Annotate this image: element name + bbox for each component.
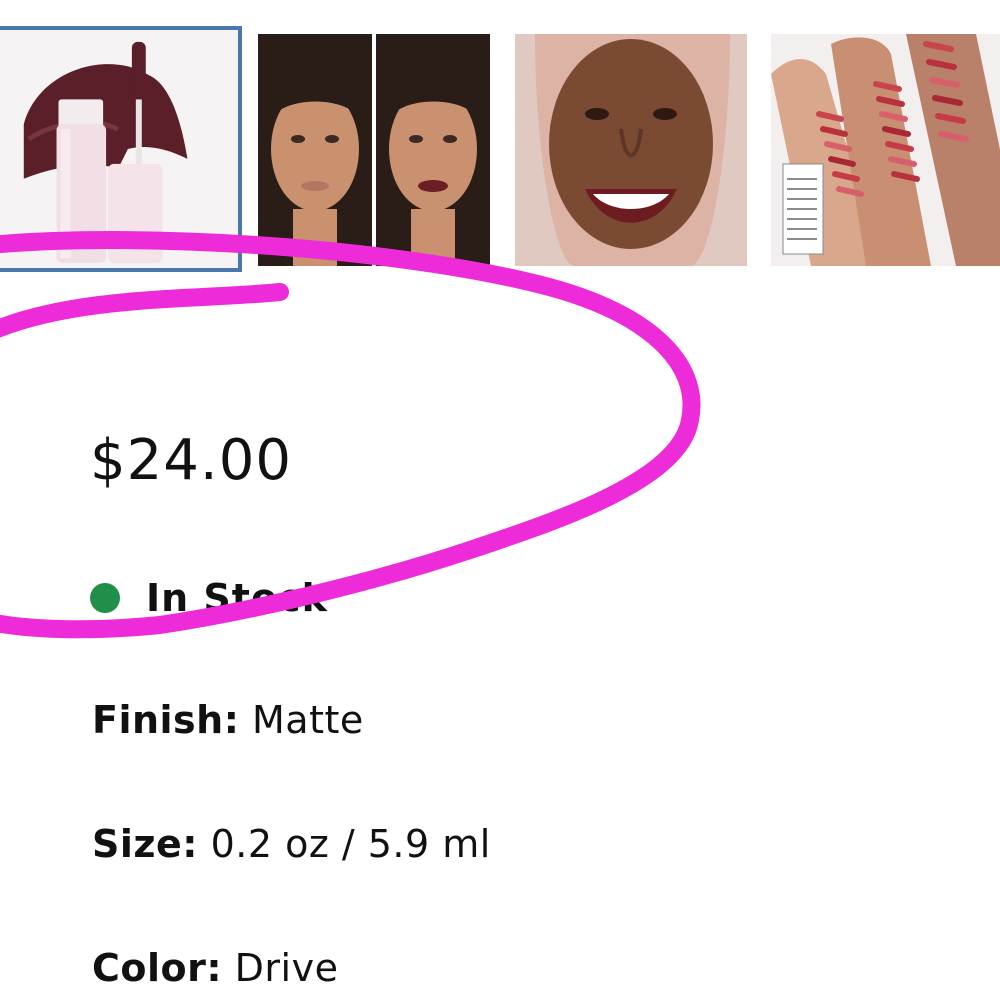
finish-value: Matte [239,698,364,742]
thumbnail-model[interactable] [515,34,747,266]
stock-status: In Stock [90,574,328,622]
product-tube-image [0,30,237,268]
size-attribute: Size: 0.2 oz / 5.9 ml [92,822,491,866]
thumbnail-arm-swatches[interactable] [771,34,1000,266]
before-after-image [258,34,490,266]
finish-attribute: Finish: Matte [92,698,364,742]
model-image [515,34,747,266]
finish-label: Finish: [92,698,240,742]
size-label: Size: [92,822,198,866]
thumbnail-product-tube[interactable] [0,26,242,272]
size-value: 0.2 oz / 5.9 ml [197,822,491,866]
stock-status-text: In Stock [146,576,328,620]
product-price: $24.00 [90,428,292,493]
arm-swatches-image [771,34,1000,266]
color-label: Color: [92,946,223,990]
color-attribute: Color: Drive [92,946,338,990]
in-stock-dot-icon [90,583,120,613]
thumbnail-before-after[interactable] [258,34,490,266]
color-value: Drive [222,946,339,990]
product-page: $24.00 In Stock Finish: Matte Size: 0.2 … [0,0,1000,1000]
